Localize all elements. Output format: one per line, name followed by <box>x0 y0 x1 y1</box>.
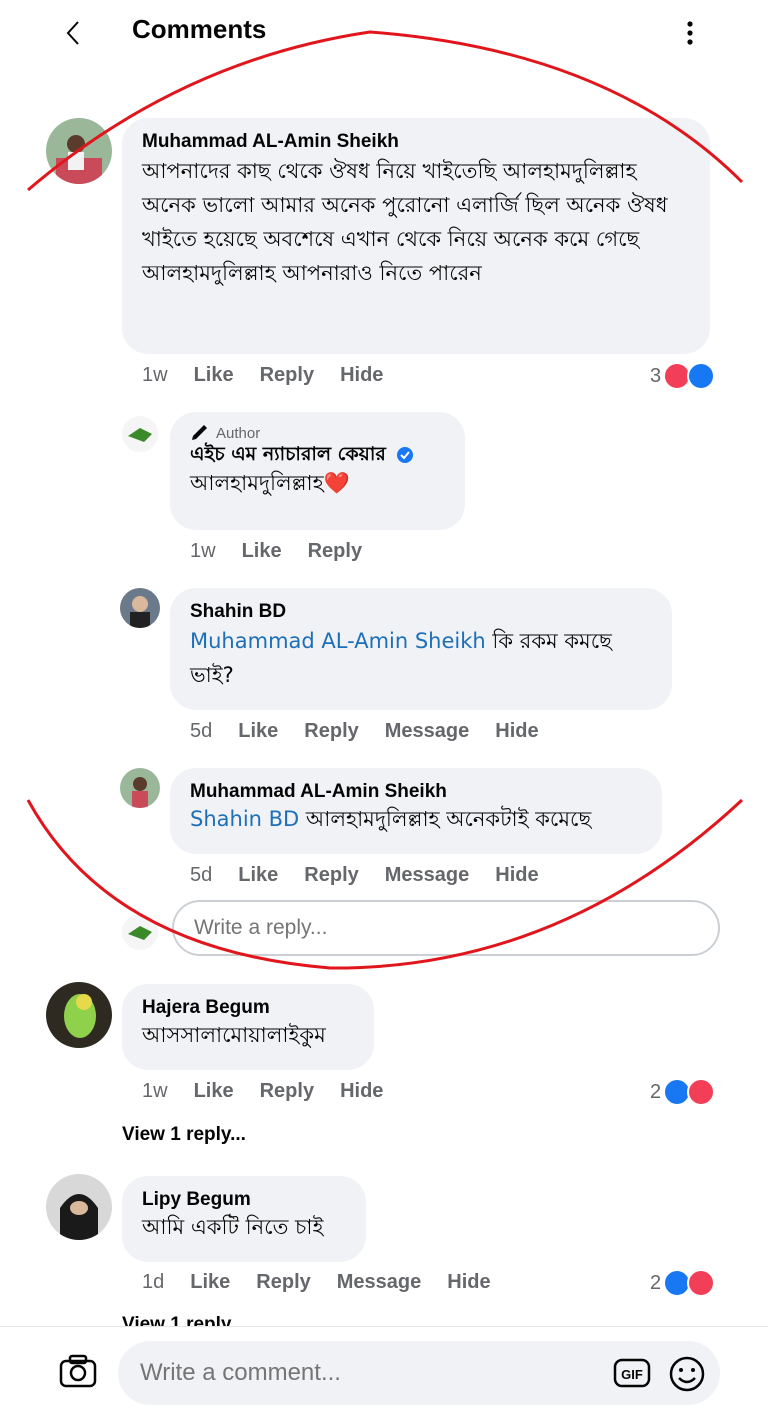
author-badge: Author <box>190 424 445 442</box>
comment-bubble: Lipy Begum আমি একটি নিতে চাই <box>122 1176 366 1262</box>
comment-time: 1w <box>190 540 216 562</box>
comment-bubble: Shahin BD Muhammad AL-Amin Sheikh কি রকম… <box>170 588 672 710</box>
reactions[interactable]: 2 <box>650 1078 716 1106</box>
reaction-count: 2 <box>650 1271 662 1294</box>
comment-text: আমি একটি নিতে চাই <box>142 1215 324 1239</box>
comment-time: 1d <box>142 1271 165 1293</box>
like-button[interactable]: Like <box>190 1271 230 1294</box>
message-button[interactable]: Message <box>385 720 470 743</box>
comment-bubble: Hajera Begum আসসালামোয়ালাইকুম <box>122 984 374 1070</box>
message-button[interactable]: Message <box>385 864 470 887</box>
love-reaction-icon <box>687 1078 716 1106</box>
comment-input-wrapper: GIF <box>118 1341 720 1405</box>
gif-icon[interactable]: GIF <box>612 1355 652 1391</box>
like-button[interactable]: Like <box>242 540 282 563</box>
reply-text: আলহামদুলিল্লাহ <box>190 471 324 495</box>
avatar[interactable] <box>122 416 158 452</box>
avatar[interactable] <box>46 118 112 184</box>
hide-button[interactable]: Hide <box>340 364 383 387</box>
reply-input-wrapper <box>172 900 720 956</box>
comment-bubble: Muhammad AL-Amin Sheikh আপনাদের কাছ থেকে… <box>122 118 710 354</box>
view-replies-link[interactable]: View 1 reply... <box>122 1124 246 1146</box>
back-icon[interactable] <box>62 18 86 48</box>
reaction-count: 2 <box>650 1080 662 1103</box>
like-button[interactable]: Like <box>238 864 278 887</box>
pen-icon <box>192 425 207 440</box>
reply-input[interactable] <box>174 902 718 954</box>
svg-text:GIF: GIF <box>621 1367 643 1382</box>
commenter-name[interactable]: Muhammad AL-Amin Sheikh <box>190 780 642 804</box>
mention-link[interactable]: Muhammad AL-Amin Sheikh <box>190 629 486 653</box>
commenter-name[interactable]: এইচ এম ন্যাচারাল কেয়ার <box>190 442 445 466</box>
comment-input[interactable] <box>118 1341 602 1405</box>
comment-text: Muhammad AL-Amin Sheikh কি রকম কমছে ভাই? <box>190 624 652 692</box>
commenter-name[interactable]: Muhammad AL-Amin Sheikh <box>142 130 690 154</box>
avatar[interactable] <box>46 982 112 1048</box>
comment-time: 5d <box>190 720 213 742</box>
reaction-count: 3 <box>650 364 662 387</box>
header: Comments <box>0 0 768 70</box>
reply-button[interactable]: Reply <box>260 1080 314 1103</box>
reply-button[interactable]: Reply <box>304 864 358 887</box>
comment-actions: 5d Like Reply Message Hide <box>190 720 565 743</box>
reply-text: আলহামদুলিল্লাহ অনেকটাই কমেছে <box>299 807 592 831</box>
comment-actions: 1w Like Reply Hide <box>142 1080 409 1103</box>
comment-actions: 1w Like Reply <box>190 540 388 563</box>
comment-time: 5d <box>190 864 213 886</box>
reply-button[interactable]: Reply <box>260 364 314 387</box>
page-title: Comments <box>132 14 267 44</box>
comment-text: Shahin BD আলহামদুলিল্লাহ অনেকটাই কমেছে <box>190 804 642 834</box>
page-name: এইচ এম ন্যাচারাল কেয়ার <box>190 443 386 465</box>
more-options-icon[interactable] <box>680 18 700 48</box>
comment-actions: 1d Like Reply Message Hide <box>142 1271 517 1294</box>
comment-text: আলহামদুলিল্লাহ❤️ <box>190 466 445 500</box>
hide-button[interactable]: Hide <box>340 1080 383 1103</box>
comment-actions: 5d Like Reply Message Hide <box>190 864 565 887</box>
reply-button[interactable]: Reply <box>256 1271 310 1294</box>
hide-button[interactable]: Hide <box>495 720 538 743</box>
avatar[interactable] <box>120 588 160 628</box>
camera-icon[interactable] <box>58 1353 98 1389</box>
comment-bubble: Muhammad AL-Amin Sheikh Shahin BD আলহামদ… <box>170 768 662 854</box>
avatar[interactable] <box>46 1174 112 1240</box>
author-label: Author <box>216 424 261 442</box>
hide-button[interactable]: Hide <box>447 1271 490 1294</box>
avatar[interactable] <box>120 768 160 808</box>
reactions[interactable]: 2 <box>650 1269 716 1297</box>
commenter-name[interactable]: Lipy Begum <box>142 1188 346 1212</box>
heart-emoji: ❤️ <box>323 471 350 495</box>
hide-button[interactable]: Hide <box>495 864 538 887</box>
reactions[interactable]: 3 <box>650 362 716 390</box>
like-button[interactable]: Like <box>194 364 234 387</box>
reply-button[interactable]: Reply <box>308 540 362 563</box>
like-reaction-icon <box>687 362 716 390</box>
like-button[interactable]: Like <box>238 720 278 743</box>
comment-bubble: Author এইচ এম ন্যাচারাল কেয়ার আলহামদুলি… <box>170 412 465 530</box>
reply-button[interactable]: Reply <box>304 720 358 743</box>
love-reaction-icon <box>687 1269 716 1297</box>
verified-icon <box>397 446 414 463</box>
comment-time: 1w <box>142 1080 168 1102</box>
commenter-name[interactable]: Shahin BD <box>190 600 652 624</box>
emoji-icon[interactable] <box>668 1355 706 1393</box>
comment-actions: 1w Like Reply Hide <box>142 364 409 387</box>
message-button[interactable]: Message <box>337 1271 422 1294</box>
like-button[interactable]: Like <box>194 1080 234 1103</box>
comment-composer: GIF <box>0 1326 768 1417</box>
comment-text: আসসালামোয়ালাইকুম <box>142 1023 326 1047</box>
comment-time: 1w <box>142 364 168 386</box>
commenter-name[interactable]: Hajera Begum <box>142 996 354 1020</box>
current-user-avatar <box>122 914 158 950</box>
comment-text: আপনাদের কাছ থেকে ঔষধ নিয়ে খাইতেছি আলহাম… <box>142 159 668 285</box>
mention-link[interactable]: Shahin BD <box>190 807 299 831</box>
